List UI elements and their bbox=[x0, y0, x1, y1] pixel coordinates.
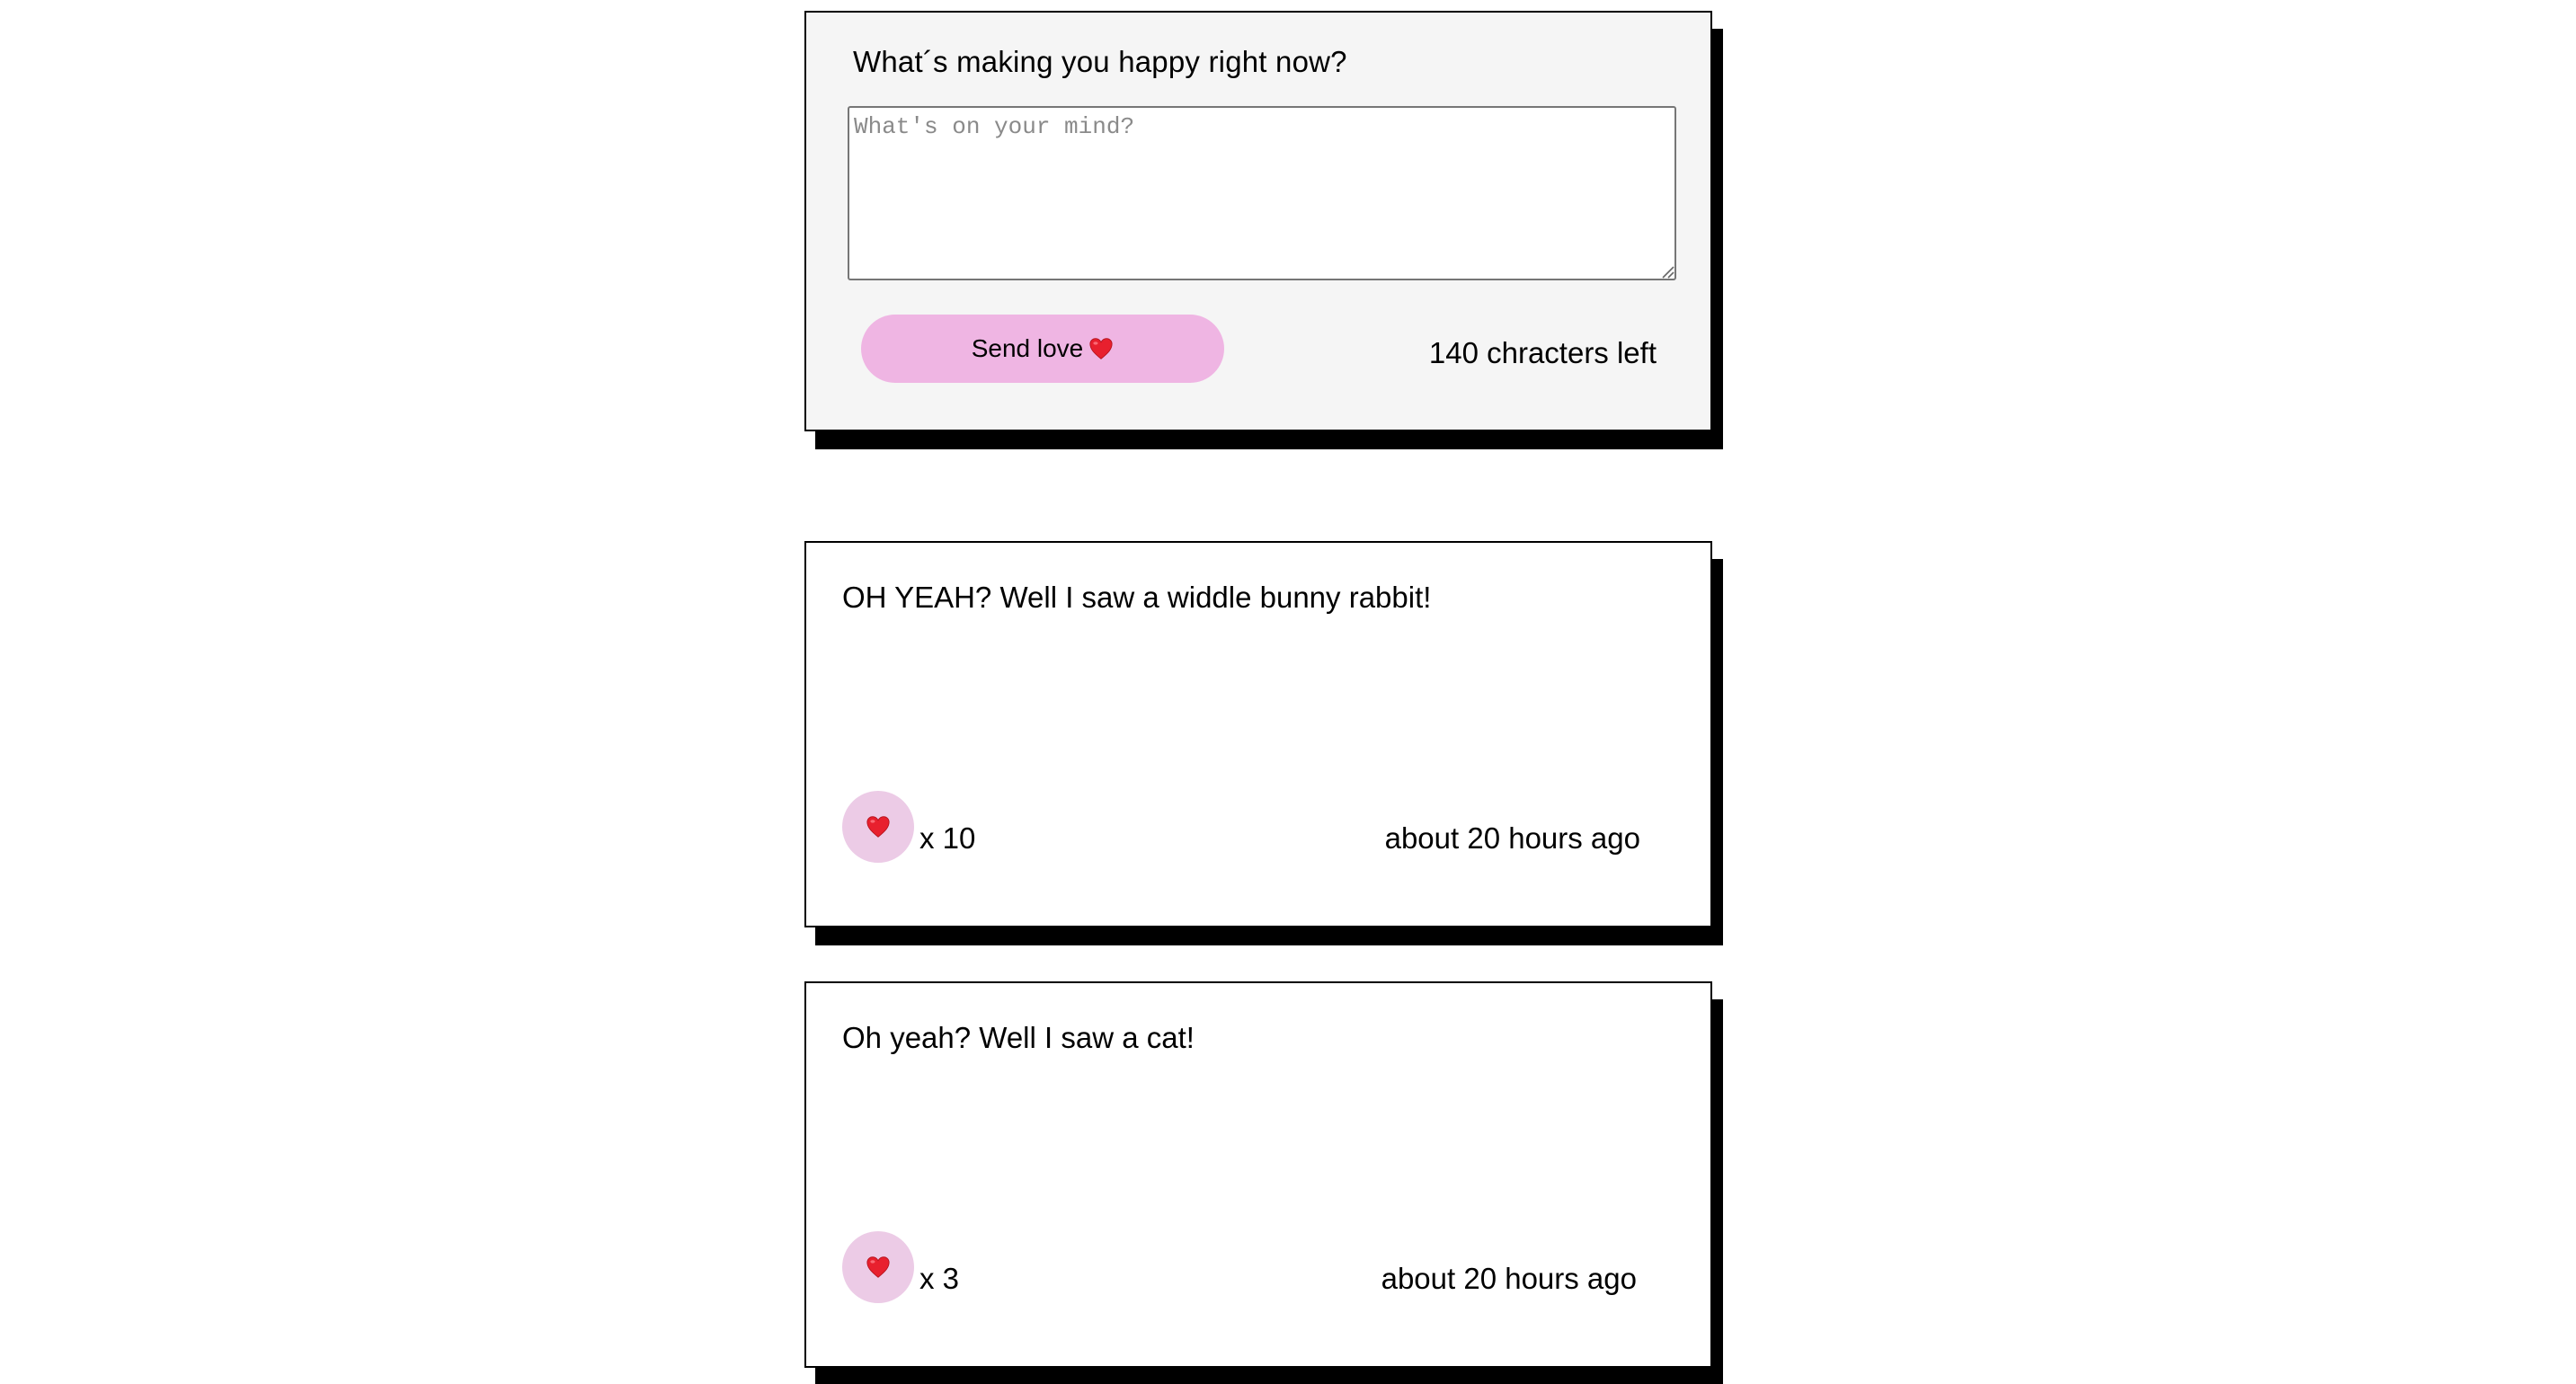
post-timestamp: about 20 hours ago bbox=[1381, 1262, 1637, 1295]
resize-handle[interactable] bbox=[1660, 264, 1674, 279]
message-card: OH YEAH? Well I saw a widdle bunny rabbi… bbox=[804, 541, 1712, 927]
message-text: OH YEAH? Well I saw a widdle bunny rabbi… bbox=[842, 581, 1432, 614]
message-card: Oh yeah? Well I saw a cat! x 3 about 20 … bbox=[804, 981, 1712, 1368]
heart-icon bbox=[1089, 338, 1113, 359]
like-button[interactable] bbox=[842, 791, 914, 863]
heart-icon bbox=[866, 1256, 890, 1278]
compose-heading: What´s making you happy right now? bbox=[853, 45, 1347, 78]
like-button[interactable] bbox=[842, 1231, 914, 1303]
message-input[interactable] bbox=[848, 106, 1676, 280]
send-love-button[interactable]: Send love bbox=[861, 315, 1224, 383]
compose-form: What´s making you happy right now? Send … bbox=[804, 11, 1712, 431]
like-count: x 3 bbox=[919, 1262, 960, 1295]
post-timestamp: about 20 hours ago bbox=[1384, 821, 1640, 855]
message-text: Oh yeah? Well I saw a cat! bbox=[842, 1021, 1195, 1054]
send-love-label: Send love bbox=[971, 334, 1084, 362]
like-count: x 10 bbox=[919, 821, 976, 855]
character-counter: 140 chracters left bbox=[1428, 336, 1657, 369]
heart-icon bbox=[866, 816, 890, 838]
